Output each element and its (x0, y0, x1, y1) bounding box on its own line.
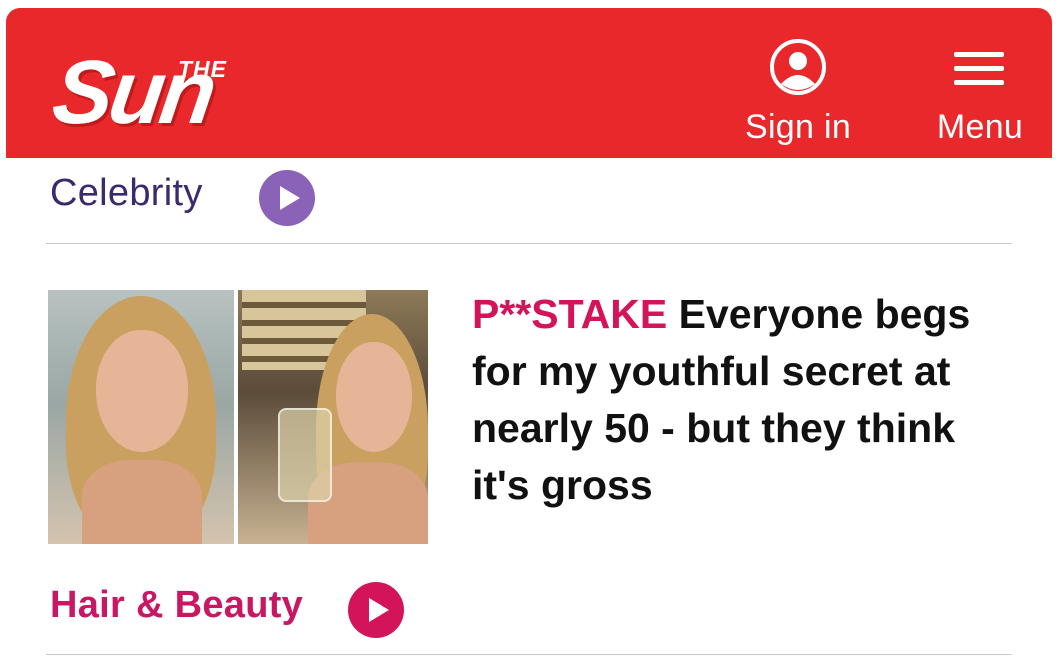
section-link-celebrity[interactable]: Celebrity (50, 172, 203, 215)
photo-right (238, 290, 428, 544)
section-link-hair-beauty[interactable]: Hair & Beauty (50, 584, 303, 627)
sign-in-button[interactable]: Sign in (740, 38, 856, 150)
logo-the-text: THE (178, 56, 227, 82)
play-icon[interactable] (348, 582, 404, 638)
menu-label: Menu (936, 108, 1024, 146)
play-icon[interactable] (259, 170, 315, 226)
headline-kicker: P**STAKE (472, 291, 668, 337)
article-headline[interactable]: P**STAKE Everyone begs for my youthful s… (472, 286, 1020, 514)
divider (46, 243, 1012, 244)
user-circle-icon (770, 39, 826, 95)
menu-button[interactable]: Menu (926, 38, 1036, 150)
sign-in-label: Sign in (744, 108, 852, 146)
site-header: Sun THE Sign in Menu (6, 8, 1052, 158)
photo-left (48, 290, 234, 544)
the-sun-logo[interactable]: Sun THE (47, 40, 310, 144)
article-thumbnail[interactable] (48, 290, 428, 544)
divider (46, 654, 1012, 655)
